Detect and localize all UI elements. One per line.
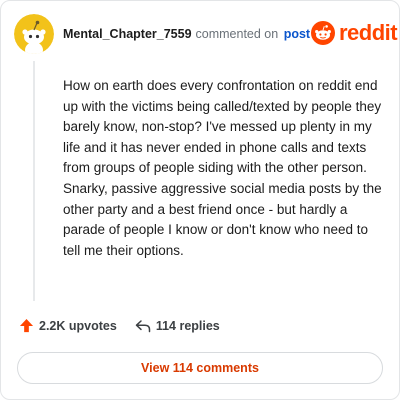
view-comments-button[interactable]: View 114 comments: [17, 352, 383, 384]
thread-line: [33, 61, 35, 301]
avatar[interactable]: [14, 14, 54, 54]
upvote-arrow-icon: [19, 318, 34, 333]
comment-card: Mental_Chapter_7559 commented on post red…: [0, 0, 400, 400]
reply-arrow-icon: [135, 319, 151, 332]
comment-meta: commented on: [195, 27, 279, 41]
comment-actions: 2.2K upvotes 114 replies: [19, 318, 220, 333]
comment-body: How on earth does every confrontation on…: [63, 78, 382, 258]
username[interactable]: Mental_Chapter_7559: [63, 27, 192, 41]
reddit-logo[interactable]: reddit: [311, 20, 398, 46]
reply-count: 114 replies: [155, 318, 220, 333]
reddit-snoo-icon: [311, 21, 335, 45]
snoo-avatar-icon: [14, 14, 54, 54]
comment-header: Mental_Chapter_7559 commented on post: [63, 26, 310, 42]
post-link[interactable]: post: [284, 27, 310, 41]
upvote-button[interactable]: 2.2K upvotes: [19, 318, 117, 333]
upvote-count: 2.2K upvotes: [39, 318, 117, 333]
reddit-wordmark: reddit: [339, 20, 398, 45]
replies-button[interactable]: 114 replies: [135, 319, 220, 333]
